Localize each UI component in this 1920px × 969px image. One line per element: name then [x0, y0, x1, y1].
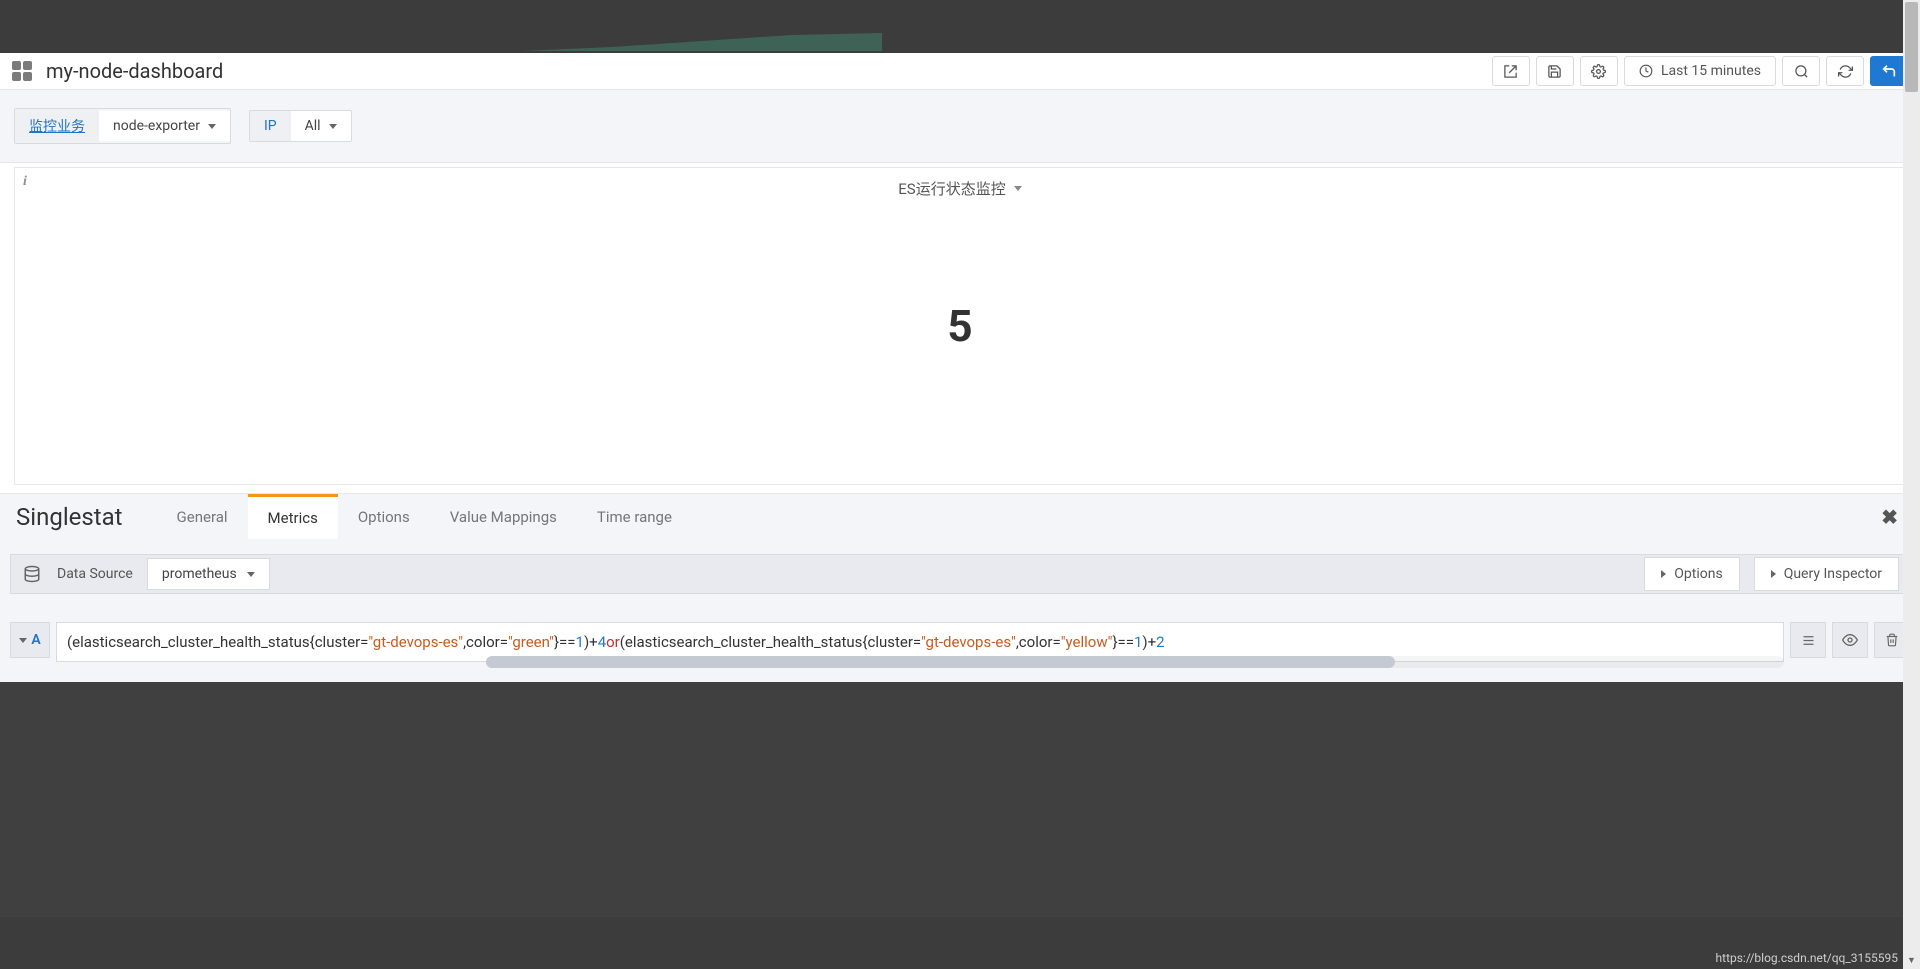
- editor-tabs: Singlestat General Metrics Options Value…: [0, 494, 1920, 540]
- triangle-right-icon: [1661, 570, 1666, 578]
- variable-label-1[interactable]: 监控业务: [15, 109, 99, 143]
- datasource-picker[interactable]: prometheus: [147, 558, 270, 590]
- variable-group-1: 监控业务 node-exporter: [14, 108, 231, 144]
- query-options-toggle[interactable]: Options: [1644, 557, 1739, 591]
- query-menu-button[interactable]: [1790, 622, 1826, 658]
- variable-group-2: IP All: [249, 110, 352, 142]
- tab-metrics[interactable]: Metrics: [248, 494, 338, 539]
- panel-type-label: Singlestat: [16, 503, 123, 531]
- variable-value-1[interactable]: node-exporter: [99, 111, 230, 141]
- refresh-button[interactable]: [1826, 56, 1864, 86]
- background-chart-hint: [522, 33, 882, 51]
- save-button[interactable]: [1536, 56, 1574, 86]
- status-bar-url: https://blog.csdn.net/qq_3155595: [1716, 951, 1898, 965]
- variable-value-2[interactable]: All: [291, 111, 351, 141]
- caret-down-icon: [247, 572, 255, 577]
- scrollbar-down-arrow[interactable]: ▼: [1903, 952, 1920, 969]
- zoom-out-button[interactable]: [1782, 56, 1820, 86]
- caret-down-icon: [1014, 186, 1022, 191]
- tab-general[interactable]: General: [157, 496, 248, 538]
- share-button[interactable]: [1492, 56, 1530, 86]
- panel-title-row[interactable]: ES运行状态监控: [15, 168, 1905, 199]
- query-row-actions: [1790, 622, 1910, 658]
- query-toggle-visibility-button[interactable]: [1832, 622, 1868, 658]
- query-row: A (elasticsearch_cluster_health_status{c…: [10, 622, 1910, 662]
- tab-options[interactable]: Options: [338, 496, 430, 538]
- tab-value-mappings[interactable]: Value Mappings: [430, 496, 577, 538]
- panel-area: i ES运行状态监控 5: [0, 163, 1920, 493]
- panel-title: ES运行状态监控: [898, 178, 1005, 199]
- singlestat-value: 5: [947, 300, 972, 352]
- singlestat-panel[interactable]: i ES运行状态监控 5: [14, 167, 1906, 485]
- caret-down-icon: [208, 124, 216, 129]
- query-horizontal-scrollbar[interactable]: [486, 656, 1784, 668]
- query-row-toggle[interactable]: A: [10, 622, 50, 658]
- database-icon: [21, 563, 43, 585]
- panel-info-icon[interactable]: i: [23, 174, 27, 190]
- time-range-label: Last 15 minutes: [1661, 63, 1761, 79]
- editor-close-button[interactable]: ✖: [1875, 499, 1904, 535]
- scrollbar-thumb[interactable]: [1905, 2, 1918, 92]
- datasource-row: Data Source prometheus Options Query Ins…: [10, 554, 1910, 594]
- panel-editor: Singlestat General Metrics Options Value…: [0, 493, 1920, 682]
- caret-down-icon: [329, 124, 337, 129]
- triangle-right-icon: [1771, 570, 1776, 578]
- tab-time-range[interactable]: Time range: [577, 496, 692, 538]
- dashboard-title[interactable]: my-node-dashboard: [46, 59, 223, 83]
- variable-label-2[interactable]: IP: [250, 111, 291, 141]
- template-variable-bar: 监控业务 node-exporter IP All: [0, 90, 1920, 163]
- datasource-label: Data Source: [57, 566, 133, 582]
- page-vertical-scrollbar[interactable]: ▲ ▼: [1903, 0, 1920, 969]
- clock-icon: [1639, 64, 1653, 78]
- query-letter: A: [31, 632, 40, 648]
- settings-button[interactable]: [1580, 56, 1618, 86]
- time-range-picker[interactable]: Last 15 minutes: [1624, 56, 1776, 86]
- query-inspector-toggle[interactable]: Query Inspector: [1754, 557, 1899, 591]
- browser-status-bar: https://blog.csdn.net/qq_3155595: [0, 917, 1920, 969]
- browser-chrome-band: [0, 0, 1920, 53]
- dashboard-grid-icon[interactable]: [12, 61, 32, 81]
- caret-down-icon: [19, 638, 27, 643]
- dashboard-header: my-node-dashboard Last 15 minutes: [0, 53, 1920, 90]
